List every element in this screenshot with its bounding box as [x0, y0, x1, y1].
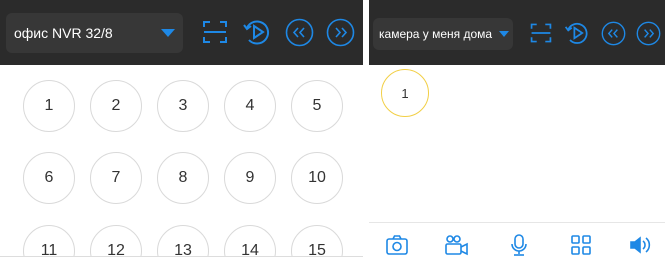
- channel-button-selected[interactable]: 1: [381, 69, 429, 117]
- channel-button[interactable]: 1: [23, 80, 75, 132]
- device-select-value: офис NVR 32/8: [14, 25, 113, 41]
- channel-grid: 1: [369, 65, 665, 222]
- microphone-icon[interactable]: [503, 231, 535, 259]
- channel-button[interactable]: 5: [291, 80, 343, 132]
- fullscreen-icon[interactable]: [200, 17, 230, 47]
- previous-page-icon[interactable]: [285, 18, 314, 47]
- fullscreen-icon[interactable]: [528, 20, 554, 46]
- top-toolbar: камера у меня дома: [369, 0, 665, 65]
- channel-button[interactable]: 7: [90, 152, 142, 204]
- snapshot-icon[interactable]: [381, 231, 413, 259]
- bottom-divider: [0, 256, 363, 268]
- channel-button[interactable]: 6: [23, 152, 75, 204]
- channel-button[interactable]: 3: [157, 80, 209, 132]
- device-select-value: камера у меня дома: [379, 27, 493, 41]
- channel-button[interactable]: 2: [90, 80, 142, 132]
- caret-down-icon: [161, 29, 175, 37]
- playback-icon[interactable]: [241, 16, 273, 48]
- channel-button[interactable]: 4: [224, 80, 276, 132]
- previous-page-icon[interactable]: [601, 21, 626, 46]
- left-panel: офис NVR 32/8 1 2 3 4 5 6 7 8 9 10 11 12…: [0, 0, 363, 267]
- bottom-toolbar: [369, 222, 665, 267]
- device-select[interactable]: офис NVR 32/8: [6, 13, 183, 53]
- next-page-icon[interactable]: [636, 21, 661, 46]
- record-icon[interactable]: [441, 231, 473, 259]
- channel-button[interactable]: 9: [224, 152, 276, 204]
- caret-down-icon: [499, 31, 509, 37]
- next-page-icon[interactable]: [326, 18, 355, 47]
- device-select[interactable]: камера у меня дома: [373, 18, 513, 50]
- channel-button[interactable]: 10: [291, 152, 343, 204]
- speaker-icon[interactable]: [624, 231, 656, 259]
- playback-icon[interactable]: [563, 19, 591, 47]
- right-panel: камера у меня дома 1: [369, 0, 665, 267]
- channel-grid: 1 2 3 4 5 6 7 8 9 10 11 12 13 14 15: [0, 65, 363, 267]
- top-toolbar: офис NVR 32/8: [0, 0, 363, 65]
- channel-button[interactable]: 8: [157, 152, 209, 204]
- layout-grid-icon[interactable]: [565, 231, 597, 259]
